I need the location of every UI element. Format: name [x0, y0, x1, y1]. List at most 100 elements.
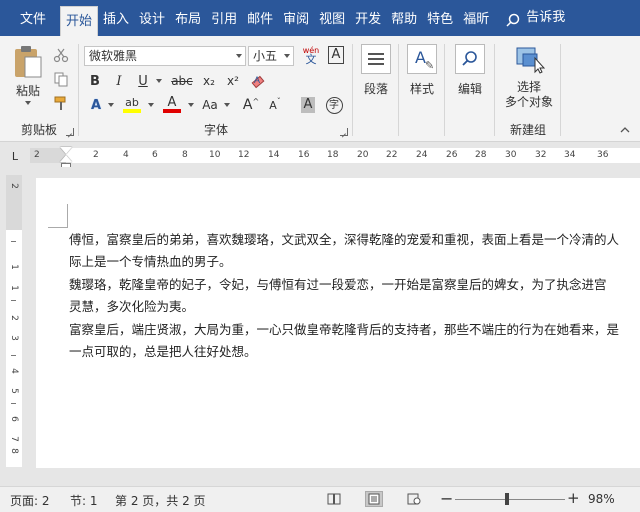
- copy-icon[interactable]: [52, 70, 70, 88]
- italic-button[interactable]: I: [108, 70, 130, 92]
- shrink-font-button[interactable]: Aˇ: [264, 94, 286, 116]
- paragraph-button[interactable]: 段落: [356, 44, 396, 108]
- read-mode-button[interactable]: [325, 491, 343, 507]
- ruler-tick: 2: [93, 150, 99, 160]
- underline-dropdown[interactable]: [152, 70, 162, 92]
- subscript-button[interactable]: x₂: [198, 70, 220, 92]
- font-size-combo[interactable]: 小五: [248, 46, 294, 66]
- styles-icon: A ✎: [407, 44, 437, 74]
- highlight-icon: ab: [125, 96, 139, 109]
- font-name-value: 微软雅黑: [89, 49, 138, 63]
- vruler-dash: [11, 241, 16, 242]
- horizontal-ruler[interactable]: L 2 2 4 6 8 10 12 14 16 18 20 22 24 26 2…: [0, 143, 640, 168]
- clipboard-launcher-icon[interactable]: [66, 128, 74, 136]
- ruler-tick: 32: [535, 150, 547, 160]
- ruler-tick: 4: [123, 150, 129, 160]
- first-line-indent-marker[interactable]: [60, 147, 72, 154]
- character-shading-button[interactable]: A: [298, 94, 318, 116]
- ribbon-home: 粘贴 剪贴板 微软雅黑 小五 wén 文 A B I U abc x₂ x² A…: [0, 36, 640, 142]
- tab-mailings[interactable]: 邮件: [242, 0, 278, 36]
- font-color-dropdown[interactable]: [184, 94, 194, 116]
- zoom-slider-thumb[interactable]: [505, 493, 509, 505]
- font-color-button[interactable]: A: [160, 94, 184, 116]
- tab-foxit[interactable]: 福昕: [458, 0, 494, 36]
- format-painter-icon[interactable]: [52, 94, 70, 112]
- text-effects-dropdown[interactable]: [104, 94, 114, 116]
- doc-line-2[interactable]: 际上是一个专情热血的男子。: [69, 253, 232, 271]
- highlight-dropdown[interactable]: [144, 94, 154, 116]
- group-separator: [560, 44, 561, 136]
- ruler-tick: 34: [564, 150, 576, 160]
- clear-formatting-icon[interactable]: A: [248, 70, 270, 92]
- paragraph-icon: [361, 44, 391, 74]
- ruler-tick: 12: [238, 150, 250, 160]
- superscript-button[interactable]: x²: [222, 70, 244, 92]
- chevron-down-icon: [187, 103, 194, 107]
- phonetic-guide-button[interactable]: wén 文: [300, 44, 322, 66]
- doc-line-6[interactable]: 一点可取的，总是把人往好处想。: [69, 343, 257, 361]
- page-count[interactable]: 第 2 页，共 2 页: [115, 492, 206, 509]
- chevron-down-icon: [107, 103, 114, 107]
- tab-home[interactable]: 开始: [60, 6, 99, 36]
- grow-font-button[interactable]: A ^: [240, 94, 262, 116]
- select-label-line2: 多个对象: [504, 95, 553, 109]
- section-indicator[interactable]: 节: 1: [70, 492, 98, 509]
- hanging-indent-marker[interactable]: [60, 155, 72, 162]
- doc-line-3[interactable]: 魏璎珞，乾隆皇帝的妃子，令妃，与傅恒有过一段爱恋，一开始是富察皇后的婢女，为了执…: [69, 276, 607, 294]
- ruler-tick: 16: [298, 150, 310, 160]
- ruler-tick: 6: [152, 150, 158, 160]
- vruler-dash: [11, 300, 16, 301]
- ruler-tick: 24: [416, 150, 428, 160]
- group-separator: [444, 44, 445, 136]
- bold-button[interactable]: B: [84, 70, 106, 92]
- tab-features[interactable]: 特色: [422, 0, 458, 36]
- enclose-characters-button[interactable]: 字: [324, 94, 344, 116]
- editing-button[interactable]: 编辑: [450, 44, 490, 108]
- web-layout-button[interactable]: [405, 491, 423, 507]
- tab-developer[interactable]: 开发: [350, 0, 386, 36]
- tab-help[interactable]: 帮助: [386, 0, 422, 36]
- tell-me-box[interactable]: 告诉我: [506, 0, 565, 36]
- zoom-in-button[interactable]: +: [567, 489, 580, 507]
- zoom-slider-track[interactable]: [455, 499, 565, 500]
- cut-icon[interactable]: [52, 46, 70, 64]
- tab-file[interactable]: 文件: [0, 0, 60, 36]
- enclose-icon: 字: [325, 96, 343, 114]
- zoom-level[interactable]: 98%: [588, 492, 615, 506]
- new-group-label: 新建组: [509, 123, 546, 137]
- char-border-icon: A: [327, 46, 345, 64]
- tab-layout[interactable]: 布局: [170, 0, 206, 36]
- doc-line-1[interactable]: 傅恒，富察皇后的弟弟，喜欢魏璎珞，文武双全，深得乾隆的宠爱和重视，表面上看是一个…: [69, 231, 619, 249]
- font-name-combo[interactable]: 微软雅黑: [84, 46, 246, 66]
- group-clipboard: 粘贴 剪贴板: [0, 36, 78, 142]
- vruler-tick: 1: [9, 264, 19, 270]
- tab-design[interactable]: 设计: [134, 0, 170, 36]
- doc-line-5[interactable]: 富察皇后，端庄贤淑，大局为重，一心只做皇帝乾隆背后的支持者，那些不端庄的行为在她…: [69, 321, 619, 339]
- tab-insert[interactable]: 插入: [98, 0, 134, 36]
- tab-review[interactable]: 审阅: [278, 0, 314, 36]
- change-case-dropdown[interactable]: [220, 94, 230, 116]
- doc-line-4[interactable]: 灵慧，多次化险为夷。: [69, 298, 194, 316]
- change-case-button[interactable]: Aa: [198, 94, 222, 116]
- print-layout-button[interactable]: [365, 491, 383, 507]
- strikethrough-button[interactable]: abc: [168, 70, 196, 92]
- zoom-out-button[interactable]: −: [440, 489, 453, 508]
- ruler-tick: 2: [34, 150, 40, 160]
- styles-button[interactable]: A ✎ 样式: [402, 44, 442, 108]
- ribbon-tab-bar: 文件 开始 插入 设计 布局 引用 邮件 审阅 视图 开发 帮助 特色 福昕 告…: [0, 0, 640, 36]
- page-layout-icon: [368, 493, 380, 505]
- tab-references[interactable]: 引用: [206, 0, 242, 36]
- tab-view[interactable]: 视图: [314, 0, 350, 36]
- font-launcher-icon[interactable]: [340, 128, 348, 136]
- collapse-ribbon-icon[interactable]: [618, 124, 632, 136]
- select-multiple-objects-button[interactable]: 选择 多个对象: [500, 44, 558, 116]
- vruler-tick: 7: [9, 436, 19, 442]
- paste-button[interactable]: 粘贴: [8, 44, 48, 106]
- editing-label: 编辑: [457, 82, 482, 96]
- highlight-button[interactable]: ab: [120, 94, 144, 116]
- underline-button[interactable]: U: [132, 70, 154, 92]
- ruler-tick: 22: [386, 150, 398, 160]
- character-border-button[interactable]: A: [326, 44, 346, 66]
- page-indicator[interactable]: 页面: 2: [10, 492, 50, 509]
- tab-selector[interactable]: L: [8, 150, 22, 164]
